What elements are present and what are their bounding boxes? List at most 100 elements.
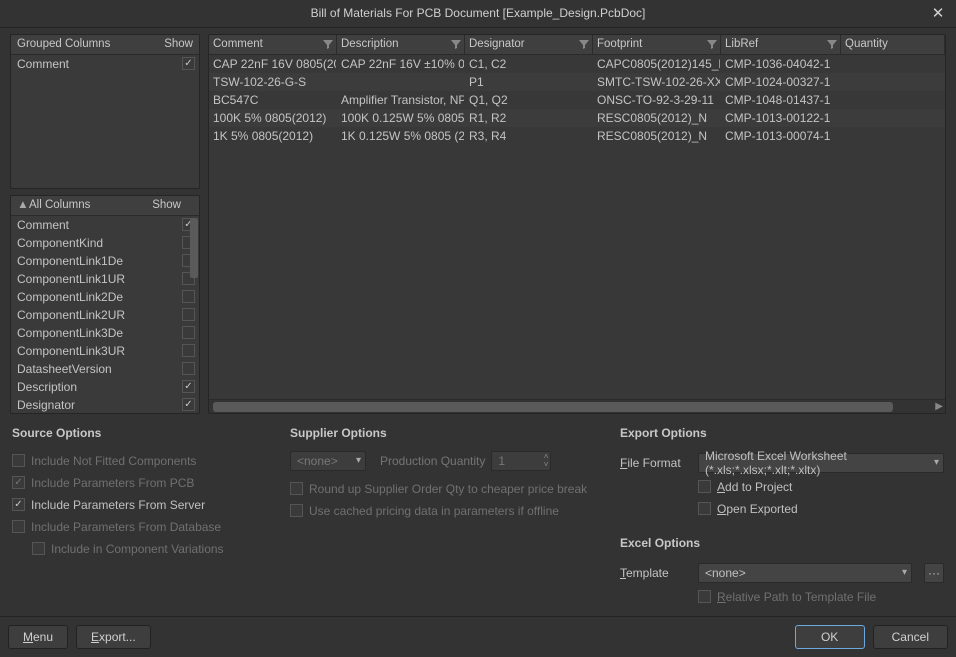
table-cell bbox=[337, 73, 465, 91]
grid-horizontal-scrollbar[interactable]: ▶ bbox=[209, 399, 945, 413]
all-columns-row[interactable]: Designator bbox=[11, 396, 199, 413]
filter-icon[interactable] bbox=[826, 38, 838, 50]
all-columns-row[interactable]: ComponentKind bbox=[11, 234, 199, 252]
filter-icon[interactable] bbox=[706, 38, 718, 50]
ok-button[interactable]: OK bbox=[795, 625, 865, 649]
checkbox bbox=[290, 482, 303, 495]
production-qty-label: Production Quantity bbox=[380, 454, 485, 468]
filter-icon[interactable] bbox=[322, 38, 334, 50]
export-options-title: Export Options bbox=[620, 426, 944, 440]
chevron-down-icon: ▾ bbox=[356, 455, 361, 466]
filter-icon[interactable] bbox=[578, 38, 590, 50]
table-cell: 1K 0.125W 5% 0805 (201 bbox=[337, 127, 465, 145]
grouped-row-checkbox[interactable] bbox=[182, 57, 195, 70]
chevron-down-icon: ▾ bbox=[902, 567, 907, 578]
all-columns-row[interactable]: ComponentLink1UR bbox=[11, 270, 199, 288]
all-columns-row-checkbox[interactable] bbox=[182, 362, 195, 375]
checkbox[interactable] bbox=[12, 498, 25, 511]
filter-icon[interactable] bbox=[450, 38, 462, 50]
opt-add-to-project[interactable]: Add to Project bbox=[698, 476, 944, 498]
source-options-section: Source Options Include Not Fitted Compon… bbox=[12, 426, 270, 608]
opt-open-exported[interactable]: Open Exported bbox=[698, 498, 944, 520]
checkbox[interactable] bbox=[698, 502, 711, 515]
bom-grid: Comment Description Designator Footprint bbox=[208, 34, 946, 414]
table-cell: CMP-1013-00122-1 bbox=[721, 109, 841, 127]
all-columns-row[interactable]: ComponentLink1De bbox=[11, 252, 199, 270]
all-columns-row[interactable]: ComponentLink2UR bbox=[11, 306, 199, 324]
table-cell bbox=[841, 73, 945, 91]
all-columns-panel: ▲ All Columns Show ▲ Comment ComponentKin… bbox=[10, 195, 200, 414]
table-row[interactable]: BC547CAmplifier Transistor, NPIQ1, Q2ONS… bbox=[209, 91, 945, 109]
all-columns-scrollbar[interactable] bbox=[190, 218, 198, 278]
table-row[interactable]: 1K 5% 0805(2012)1K 0.125W 5% 0805 (201R3… bbox=[209, 127, 945, 145]
template-dropdown[interactable]: <none> ▾ bbox=[698, 563, 912, 583]
table-cell: 100K 5% 0805(2012) bbox=[209, 109, 337, 127]
all-columns-row[interactable]: Description bbox=[11, 378, 199, 396]
supplier-dropdown[interactable]: <none> ▾ bbox=[290, 451, 366, 471]
table-row[interactable]: 100K 5% 0805(2012)100K 0.125W 5% 0805 (2… bbox=[209, 109, 945, 127]
menu-button[interactable]: Menu bbox=[8, 625, 68, 649]
export-options-section: Export Options File Format Microsoft Exc… bbox=[620, 426, 944, 608]
all-columns-row-checkbox[interactable] bbox=[182, 326, 195, 339]
col-header-comment[interactable]: Comment bbox=[209, 35, 337, 54]
table-cell: RESC0805(2012)_N bbox=[593, 109, 721, 127]
col-header-libref[interactable]: LibRef bbox=[721, 35, 841, 54]
table-cell: CMP-1036-04042-1 bbox=[721, 55, 841, 73]
supplier-options-section: Supplier Options <none> ▾ Production Qua… bbox=[290, 426, 600, 608]
table-cell: Q1, Q2 bbox=[465, 91, 593, 109]
table-cell: 1K 5% 0805(2012) bbox=[209, 127, 337, 145]
checkbox bbox=[32, 542, 45, 555]
all-columns-row-checkbox[interactable] bbox=[182, 290, 195, 303]
checkbox[interactable] bbox=[698, 480, 711, 493]
col-header-quantity[interactable]: Quantity bbox=[841, 35, 945, 54]
template-browse-button[interactable]: ··· bbox=[924, 563, 944, 583]
all-columns-row-label: Description bbox=[17, 380, 178, 394]
checkbox bbox=[12, 476, 25, 489]
all-columns-row-label: DatasheetVersion bbox=[17, 362, 178, 376]
all-columns-row[interactable]: ComponentLink2De bbox=[11, 288, 199, 306]
table-cell: BC547C bbox=[209, 91, 337, 109]
file-format-dropdown[interactable]: Microsoft Excel Worksheet (*.xls;*.xlsx;… bbox=[698, 453, 944, 473]
all-columns-row[interactable]: Comment bbox=[11, 216, 199, 234]
table-row[interactable]: CAP 22nF 16V 0805(2012CAP 22nF 16V ±10% … bbox=[209, 55, 945, 73]
grouped-columns-header[interactable]: Grouped Columns Show bbox=[11, 35, 199, 55]
all-columns-title: All Columns bbox=[29, 199, 90, 211]
opt-relative-path: Relative Path to Template File bbox=[698, 586, 944, 608]
all-columns-row[interactable]: DatasheetVersion bbox=[11, 360, 199, 378]
spinner-icon[interactable]: ˄˅ bbox=[544, 453, 549, 469]
all-columns-row-checkbox[interactable] bbox=[182, 398, 195, 411]
all-columns-row-checkbox[interactable] bbox=[182, 308, 195, 321]
table-cell: CMP-1013-00074-1 bbox=[721, 127, 841, 145]
table-cell: SMTC-TSW-102-26-XX-S bbox=[593, 73, 721, 91]
table-cell: C1, C2 bbox=[465, 55, 593, 73]
col-header-description[interactable]: Description bbox=[337, 35, 465, 54]
table-cell: P1 bbox=[465, 73, 593, 91]
all-columns-header[interactable]: ▲ All Columns Show ▲ bbox=[11, 196, 199, 216]
excel-options-title: Excel Options bbox=[620, 536, 944, 550]
col-header-designator[interactable]: Designator bbox=[465, 35, 593, 54]
checkbox bbox=[698, 590, 711, 603]
grid-header-row: Comment Description Designator Footprint bbox=[209, 35, 945, 55]
all-columns-row-checkbox[interactable] bbox=[182, 380, 195, 393]
sort-up-icon[interactable]: ▲ bbox=[17, 199, 29, 211]
all-columns-row-label: ComponentKind bbox=[17, 236, 178, 250]
all-columns-row-checkbox[interactable] bbox=[182, 344, 195, 357]
scrollbar-thumb[interactable] bbox=[213, 402, 893, 412]
grouped-row[interactable]: Comment bbox=[11, 55, 199, 73]
all-columns-row-label: ComponentLink2UR bbox=[17, 308, 178, 322]
scroll-right-icon[interactable]: ▶ bbox=[935, 401, 943, 412]
close-icon[interactable]: ✕ bbox=[928, 3, 948, 23]
all-columns-row[interactable]: ComponentLink3UR bbox=[11, 342, 199, 360]
checkbox bbox=[290, 504, 303, 517]
table-row[interactable]: TSW-102-26-G-SP1SMTC-TSW-102-26-XX-SCMP-… bbox=[209, 73, 945, 91]
export-button[interactable]: Export... bbox=[76, 625, 151, 649]
col-header-footprint[interactable]: Footprint bbox=[593, 35, 721, 54]
all-columns-row-label: ComponentLink1UR bbox=[17, 272, 178, 286]
all-columns-row[interactable]: ComponentLink3De bbox=[11, 324, 199, 342]
all-columns-row-label: Designator bbox=[17, 398, 178, 412]
cancel-button[interactable]: Cancel bbox=[873, 625, 948, 649]
all-columns-row-label: ComponentLink3De bbox=[17, 326, 178, 340]
opt-from-server[interactable]: Include Parameters From Server bbox=[12, 494, 270, 516]
opt-in-variations: Include in Component Variations bbox=[12, 538, 270, 560]
production-qty-input[interactable]: 1 ˄˅ bbox=[491, 451, 551, 471]
